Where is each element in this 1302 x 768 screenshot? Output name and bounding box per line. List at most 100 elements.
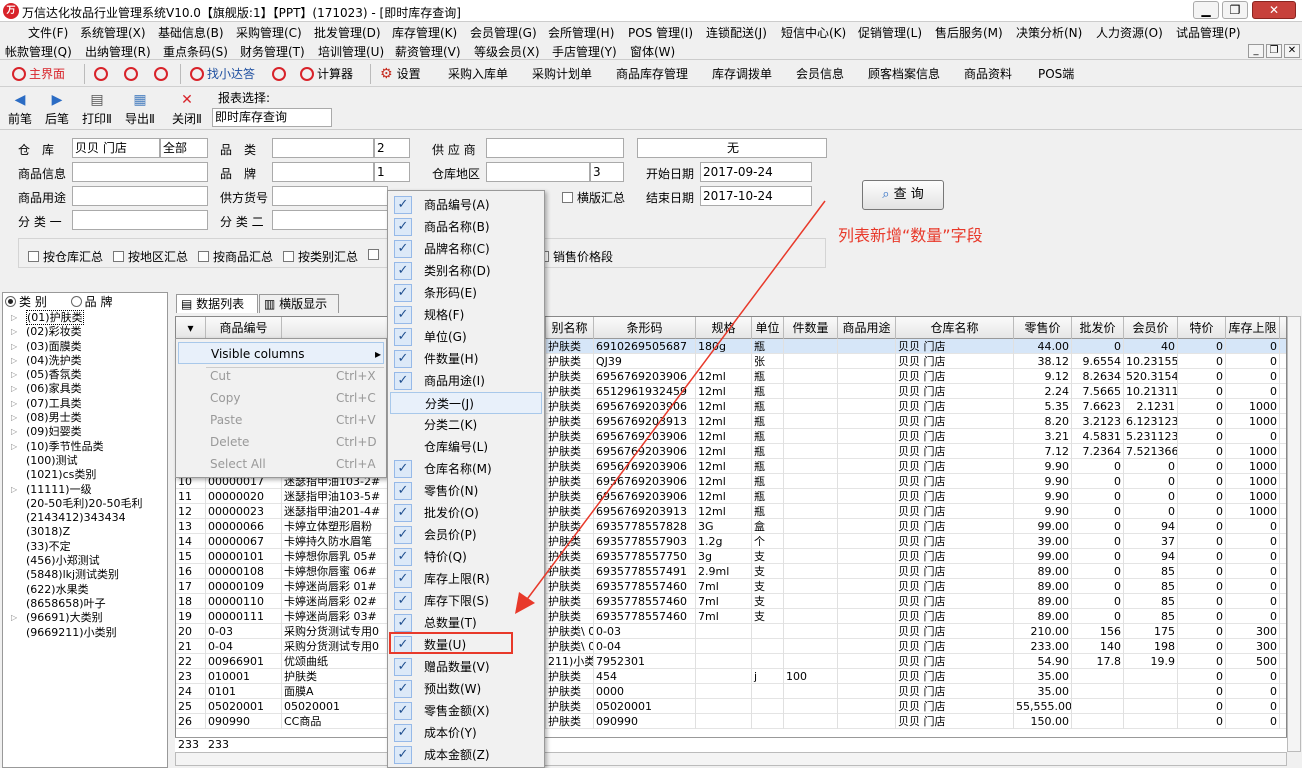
tree-node[interactable]: (100)测试 [2, 454, 166, 468]
menu-finance[interactable]: 财务管理(T) [240, 43, 305, 60]
column-toggle-item[interactable]: ✓ 品牌名称(C) [390, 238, 542, 260]
column-header[interactable]: 特价 [1178, 317, 1226, 339]
table-row[interactable]: 23 010001 护肤类 护肤类 454 j 100 贝贝 门店 35.00 0 0 [176, 669, 1286, 684]
tree-node[interactable]: ▷ (08)男士类 [2, 411, 166, 425]
table-row[interactable]: 20 0-03 采购分货测试专用0 护肤类\ 0 0-03 贝贝 门店 210.00 156 1… [176, 624, 1286, 639]
expand-icon[interactable]: ▷ [11, 311, 17, 325]
menu-store[interactable]: 手店管理(Y) [552, 43, 617, 60]
group-by-category-checkbox[interactable]: 按类别汇总 [283, 248, 358, 265]
tree-node[interactable]: (9669211)小类别 [2, 626, 166, 640]
table-row[interactable]: 19 00000111 卡婷迷尚唇彩 03# 护肤类 6935778557460 7ml 支… [176, 609, 1286, 624]
mdi-minimize-button[interactable]: _ [1248, 44, 1264, 58]
expand-icon[interactable]: ▷ [11, 340, 17, 354]
column-toggle-item[interactable]: ✓ 商品名称(B) [390, 216, 542, 238]
menu-training[interactable]: 培训管理(U) [318, 43, 384, 60]
table-row[interactable]: 13 00000066 卡婷立体塑形眉粉 护肤类 6935778557828 3G 盒贝贝 … [176, 519, 1286, 534]
expand-icon[interactable]: ▷ [11, 440, 17, 454]
grid-horizontal-scrollbar[interactable] [175, 752, 1287, 766]
tree-node[interactable]: ▷ (07)工具类 [2, 397, 166, 411]
menu-paste[interactable]: Paste Ctrl+V [178, 409, 384, 431]
column-toggle-item[interactable]: 分类一(J) [390, 392, 542, 414]
menu-purchase[interactable]: 采购管理(C) [236, 24, 302, 41]
link-pos[interactable]: POS端 [1038, 65, 1074, 83]
link-customer-archive[interactable]: 顾客档案信息 [868, 65, 940, 83]
expand-icon[interactable]: ▷ [11, 368, 17, 382]
tab-data-list[interactable]: ▤ 数据列表 [176, 294, 258, 313]
table-row[interactable]: 11 00000020 迷瑟指甲油103-5# 护肤类 6956769203906 12m… [176, 489, 1286, 504]
menu-salary[interactable]: 薪资管理(V) [395, 43, 461, 60]
column-toggle-item[interactable]: ✓ 会员价(P) [390, 524, 542, 546]
column-header[interactable]: 批发价 [1072, 317, 1124, 339]
menu-select-all[interactable]: Select All Ctrl+A [178, 453, 384, 475]
column-header[interactable]: 库存上限 [1226, 317, 1280, 339]
menu-file[interactable]: 文件(F) [28, 24, 68, 41]
column-header[interactable]: 商品编号 [206, 317, 282, 339]
link-product-data[interactable]: 商品资料 [964, 65, 1012, 83]
menu-cashier[interactable]: 出纳管理(R) [85, 43, 151, 60]
column-header[interactable]: 仓库名称 [896, 317, 1014, 339]
expand-icon[interactable]: ▷ [11, 382, 17, 396]
group-by-product-checkbox[interactable]: 按商品汇总 [198, 248, 273, 265]
group-by-warehouse-checkbox[interactable]: 按仓库汇总 [28, 248, 103, 265]
tree-node[interactable]: ▷ (03)面膜类 [2, 340, 166, 354]
query-button[interactable]: ⌕ 查 询 [862, 180, 944, 210]
mdi-close-button[interactable]: ✕ [1284, 44, 1300, 58]
cat1-input[interactable] [72, 210, 208, 230]
expand-icon[interactable]: ▷ [11, 397, 17, 411]
usage-input[interactable] [72, 186, 208, 206]
column-toggle-item[interactable]: 分类二(K) [390, 414, 542, 436]
column-toggle-item[interactable]: ✓ 总数量(T) [390, 612, 542, 634]
link-member-info[interactable]: 会员信息 [796, 65, 844, 83]
mdi-restore-button[interactable]: ❐ [1266, 44, 1282, 58]
column-toggle-item[interactable]: ✓ 条形码(E) [390, 282, 542, 304]
table-row[interactable]: 24 0101 面膜A 护肤类 0000 贝贝 门店 35.00 0 0 [176, 684, 1286, 699]
table-row[interactable]: 21 0-04 采购分货测试专用0 护肤类\ 0 0-04 贝贝 门店 233.00 140 1… [176, 639, 1286, 654]
region-input[interactable] [486, 162, 590, 182]
menu-pos[interactable]: POS 管理(I) [628, 24, 693, 41]
category-code-input[interactable]: 2 [374, 138, 410, 158]
menu-trial[interactable]: 试品管理(P) [1176, 24, 1241, 41]
menu-cut[interactable]: Cut Ctrl+X [178, 365, 384, 387]
column-toggle-item[interactable]: ✓ 库存上限(R) [390, 568, 542, 590]
radio-brand[interactable]: 品 牌 [70, 295, 112, 309]
warehouse-input[interactable]: 贝贝 门店 [72, 138, 160, 158]
group-by-region-checkbox[interactable]: 按地区汇总 [113, 248, 188, 265]
tab-horizontal[interactable]: ▥ 横版显示 [259, 294, 339, 313]
menu-window[interactable]: 窗体(W) [630, 43, 675, 60]
report-select[interactable]: 即时库存查询 [212, 108, 332, 127]
table-row[interactable]: 18 00000110 卡婷迷尚唇彩 02# 护肤类 6935778557460 7ml 支… [176, 594, 1286, 609]
menu-visible-columns[interactable]: Visible columns ▸ [178, 342, 384, 364]
price-segment-checkbox[interactable]: 销售价格段 [538, 248, 613, 265]
end-date-input[interactable]: 2017-10-24 [700, 186, 812, 206]
column-toggle-item[interactable]: ✓ 成本价(Y) [390, 722, 542, 744]
tree-node[interactable]: ▷ (09)妇婴类 [2, 425, 166, 439]
tree-node[interactable]: (33)不定 [2, 540, 166, 554]
menu-level-member[interactable]: 等级会员(X) [474, 43, 540, 60]
menu-analysis[interactable]: 决策分析(N) [1016, 24, 1082, 41]
column-toggle-item[interactable]: ✓ 单位(G) [390, 326, 542, 348]
start-date-input[interactable]: 2017-09-24 [700, 162, 812, 182]
column-toggle-item[interactable]: ✓ 规格(F) [390, 304, 542, 326]
brand-code-input[interactable]: 1 [374, 162, 410, 182]
tree-node[interactable]: (20-50毛利)20-50毛利 [2, 497, 166, 511]
table-row[interactable]: 25 05020001 05020001 护肤类 05020001 贝贝 门店 55,555… [176, 699, 1286, 714]
column-toggle-item[interactable]: ✓ 件数量(H) [390, 348, 542, 370]
radio-category[interactable]: 类 别 [5, 295, 47, 309]
menu-promotion[interactable]: 促销管理(L) [858, 24, 922, 41]
link-transfer[interactable]: 库存调拨单 [712, 65, 772, 83]
column-header[interactable]: 单位 [752, 317, 784, 339]
table-row[interactable]: 26 090990 CC商品 护肤类 090990 贝贝 门店 150.00 0 0 [176, 714, 1286, 729]
column-toggle-item[interactable]: 仓库编号(L) [390, 436, 542, 458]
menu-inventory[interactable]: 库存管理(K) [392, 24, 457, 41]
menu-accounts[interactable]: 帐款管理(Q) [5, 43, 72, 60]
column-toggle-item[interactable]: ✓ 零售金额(X) [390, 700, 542, 722]
column-header[interactable]: 条形码 [594, 317, 696, 339]
table-row[interactable]: 12 00000023 迷瑟指甲油201-4# 护肤类 6956769203913 12m… [176, 504, 1286, 519]
column-header[interactable]: 别名称 [546, 317, 594, 339]
column-toggle-item[interactable]: ✓ 预出数(W) [390, 678, 542, 700]
expand-icon[interactable]: ▷ [11, 354, 17, 368]
column-toggle-item[interactable]: ✓ 批发价(O) [390, 502, 542, 524]
column-toggle-item[interactable]: ✓ 商品编号(A) [390, 194, 542, 216]
column-header[interactable]: 件数量 [784, 317, 838, 339]
column-toggle-item[interactable]: ✓ 库存下限(S) [390, 590, 542, 612]
